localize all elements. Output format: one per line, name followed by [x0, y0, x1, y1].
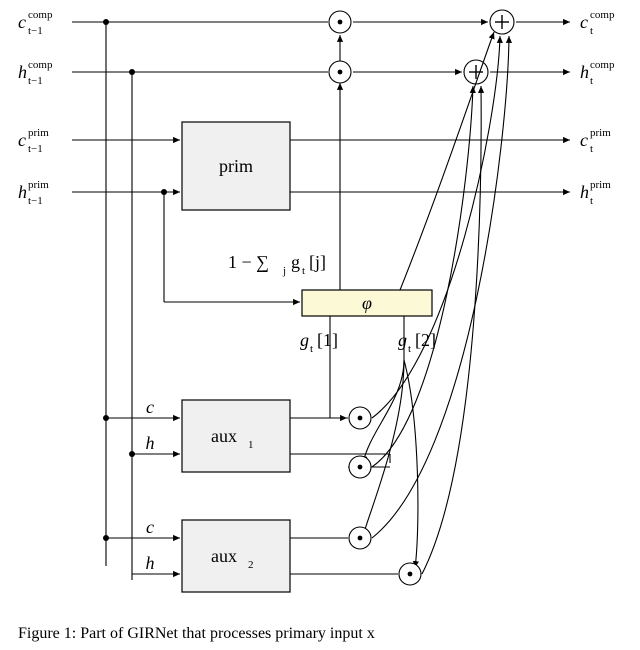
svg-text:c: c	[18, 130, 26, 150]
svg-text:h: h	[18, 182, 27, 202]
svg-text:t−1: t−1	[28, 75, 43, 87]
svg-text:1 − ∑: 1 − ∑	[228, 252, 269, 272]
svg-text:c: c	[580, 130, 588, 150]
aux2-label: aux	[211, 546, 237, 566]
svg-text:[j]: [j]	[309, 252, 326, 272]
svg-text:g: g	[300, 330, 309, 350]
out-h-comp-label: h comp t	[580, 59, 615, 87]
svg-text:t: t	[408, 343, 411, 355]
out-c-prim-label: c prim t	[580, 127, 611, 155]
svg-text:t−1: t−1	[28, 195, 43, 207]
svg-text:h: h	[18, 62, 27, 82]
aux1-label: aux	[211, 426, 237, 446]
svg-text:h: h	[580, 182, 589, 202]
girnet-diagram: prim φ 1 − ∑ j g t [j] g t [1] g t [2]	[0, 0, 640, 625]
svg-text:j: j	[282, 265, 286, 277]
svg-text:[2]: [2]	[415, 330, 436, 350]
aux1-h-label: h	[146, 433, 155, 453]
in-h-comp-label: h comp t−1	[18, 59, 53, 87]
svg-text:1: 1	[248, 439, 254, 451]
svg-text:[1]: [1]	[317, 330, 338, 350]
in-c-prim-label: c prim t−1	[18, 127, 49, 155]
svg-text:h: h	[580, 62, 589, 82]
svg-text:g: g	[291, 252, 300, 272]
g1-label: g t [1]	[300, 330, 338, 355]
svg-text:t: t	[310, 343, 313, 355]
prim-box-label: prim	[219, 156, 253, 176]
svg-text:comp: comp	[590, 9, 615, 21]
phi-label: φ	[362, 293, 372, 313]
out-h-prim-label: h prim t	[580, 179, 611, 207]
svg-text:t: t	[590, 25, 593, 37]
svg-text:t: t	[590, 195, 593, 207]
svg-text:comp: comp	[28, 59, 53, 71]
svg-text:g: g	[398, 330, 407, 350]
figure-caption: Figure 1: Part of GIRNet that processes …	[18, 625, 622, 643]
in-c-comp-label: c comp t−1	[18, 9, 53, 37]
aux1-c-label: c	[146, 397, 154, 417]
svg-text:c: c	[18, 12, 26, 32]
svg-text:prim: prim	[28, 179, 49, 191]
aux2-h-label: h	[146, 553, 155, 573]
svg-text:prim: prim	[590, 127, 611, 139]
svg-text:t−1: t−1	[28, 143, 43, 155]
svg-text:2: 2	[248, 559, 254, 571]
out-c-comp-label: c comp t	[580, 9, 615, 37]
svg-text:prim: prim	[590, 179, 611, 191]
svg-text:t: t	[590, 143, 593, 155]
svg-text:t: t	[590, 75, 593, 87]
aux2-c-label: c	[146, 517, 154, 537]
svg-text:comp: comp	[590, 59, 615, 71]
svg-text:comp: comp	[28, 9, 53, 21]
svg-text:prim: prim	[28, 127, 49, 139]
svg-text:c: c	[580, 12, 588, 32]
gate-sum-label: 1 − ∑ j g t [j]	[228, 252, 326, 277]
svg-text:t: t	[302, 265, 305, 277]
in-h-prim-label: h prim t−1	[18, 179, 49, 207]
svg-text:t−1: t−1	[28, 25, 43, 37]
